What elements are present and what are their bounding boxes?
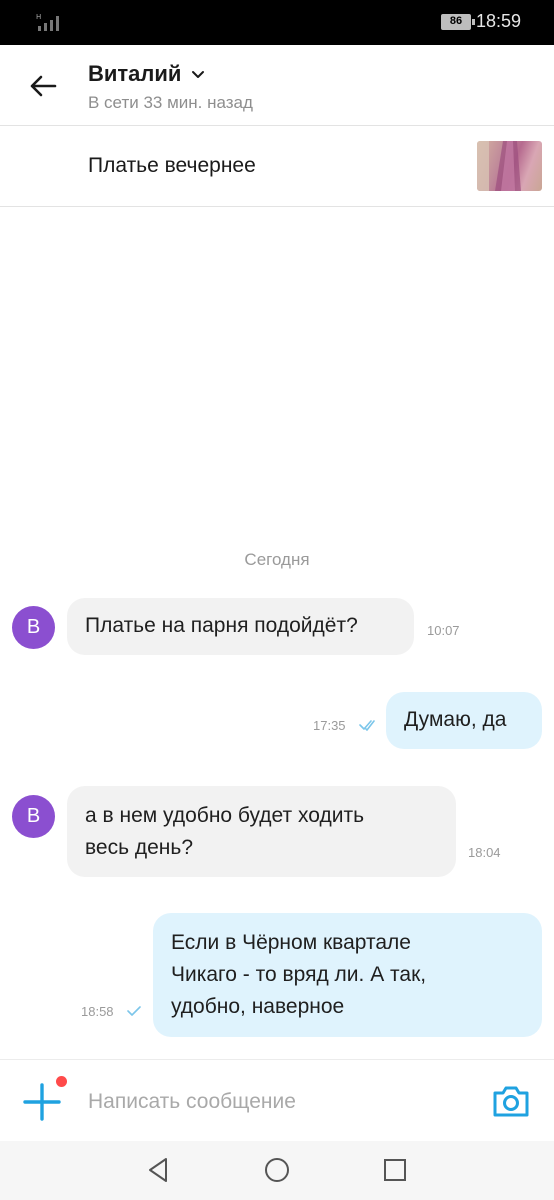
avatar[interactable]: В (12, 606, 55, 649)
message-text: Думаю, да (404, 708, 507, 731)
chat-area[interactable]: Сегодня В Платье на парня подойдёт? 10:0… (0, 207, 554, 1059)
message-text-line: Чикаго - то вряд ли. А так, (171, 963, 427, 986)
notification-dot (56, 1076, 67, 1087)
message-bubble-outgoing[interactable]: Если в Чёрном квартале Чикаго - то вряд … (153, 913, 542, 1037)
message-composer (0, 1059, 554, 1141)
double-check-icon (359, 720, 375, 731)
message-text-line: а в нем удобно будет ходить (85, 804, 365, 827)
message-time: 18:58 (81, 1004, 114, 1019)
message-input[interactable] (88, 1084, 468, 1120)
message-text-line: удобно, наверное (171, 995, 345, 1018)
battery-indicator: 86 (441, 14, 475, 30)
signal-icon: H (36, 13, 59, 31)
contact-name[interactable]: Виталий (88, 61, 181, 87)
status-bar: H 86 18:59 (0, 0, 554, 45)
chat-header: Виталий В сети 33 мин. назад (0, 45, 554, 125)
triangle-back-icon[interactable] (144, 1155, 174, 1185)
listing-bar[interactable]: Платье вечернее (0, 126, 554, 206)
message-text-line: весь день? (85, 836, 194, 859)
square-recent-icon[interactable] (380, 1155, 410, 1185)
circle-home-icon[interactable] (262, 1155, 292, 1185)
message-time: 18:04 (468, 845, 501, 860)
back-button[interactable] (22, 65, 64, 107)
message-time: 17:35 (313, 718, 346, 733)
svg-text:H: H (36, 13, 41, 21)
dress-photo (477, 141, 521, 191)
chevron-down-icon[interactable] (190, 67, 206, 83)
status-time: 18:59 (476, 11, 522, 31)
check-icon (127, 1006, 141, 1016)
camera-icon[interactable] (490, 1080, 532, 1122)
listing-thumbnail[interactable] (477, 141, 542, 191)
date-separator: Сегодня (244, 550, 310, 569)
message-bubble-incoming[interactable]: Платье на парня подойдёт? (67, 598, 414, 655)
system-nav-bar (0, 1141, 554, 1200)
listing-title[interactable]: Платье вечернее (88, 154, 256, 178)
message-bubble-incoming[interactable]: а в нем удобно будет ходить весь день? (67, 786, 456, 877)
arrow-left-icon (30, 75, 57, 97)
contact-status: В сети 33 мин. назад (88, 93, 253, 112)
message-text: Платье на парня подойдёт? (85, 614, 358, 637)
message-time: 10:07 (427, 623, 460, 638)
message-text-line: Если в Чёрном квартале (171, 931, 411, 954)
plus-icon[interactable] (22, 1082, 62, 1122)
message-bubble-outgoing[interactable]: Думаю, да (386, 692, 542, 749)
avatar[interactable]: В (12, 795, 55, 838)
